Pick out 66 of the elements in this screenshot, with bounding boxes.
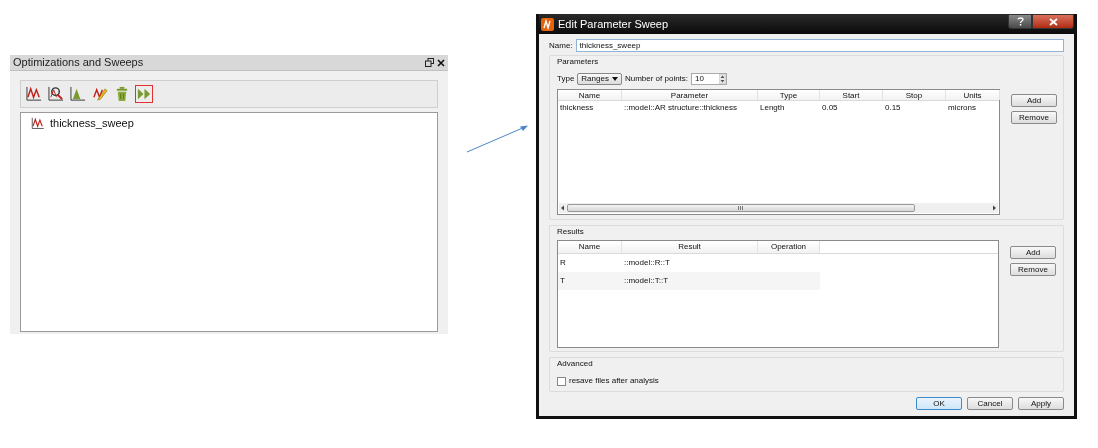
name-label: Name: <box>549 39 573 52</box>
close-icon[interactable] <box>437 58 445 67</box>
table-cell-text: ::model::AR structure::thickness <box>623 101 738 114</box>
checkbox-label: resave files after analysis <box>569 375 659 387</box>
name-field[interactable]: thickness_sweep <box>575 39 1064 52</box>
column-header[interactable]: Name <box>558 90 622 100</box>
checkbox[interactable] <box>557 376 566 386</box>
group-title: Advanced <box>557 358 594 370</box>
group-title: Parameters <box>557 56 600 68</box>
help-button[interactable] <box>1008 14 1032 29</box>
toolbar-button[interactable] <box>135 85 153 103</box>
button[interactable]: Add <box>1011 94 1057 107</box>
trash-icon <box>114 86 130 102</box>
column-header[interactable]: Units <box>946 90 1000 100</box>
type-dropdown[interactable]: Ranges <box>577 73 622 85</box>
toolbar-button[interactable] <box>47 85 65 103</box>
table-cell-text: Length <box>759 101 786 114</box>
scroll-left-icon[interactable] <box>559 204 567 212</box>
toolbar-button[interactable] <box>91 85 109 103</box>
column-header[interactable]: Stop <box>883 90 946 100</box>
spin-arrows-icon <box>719 74 727 84</box>
type-label: Type <box>557 73 575 85</box>
column-header[interactable]: Type <box>758 90 820 100</box>
help-icon <box>1016 17 1024 26</box>
line-chart-icon <box>31 116 45 130</box>
close-button[interactable] <box>1032 14 1074 29</box>
table-cell-text: 0.05 <box>821 101 839 114</box>
close-icon <box>1048 17 1058 26</box>
points-spinbox[interactable]: 10 <box>691 73 728 85</box>
column-header[interactable]: Name <box>558 241 622 253</box>
horizontal-scrollbar[interactable] <box>559 203 998 213</box>
table-cell: T <box>558 272 622 290</box>
table-cell-text: 0.15 <box>884 101 902 114</box>
button[interactable]: Add <box>1010 246 1056 259</box>
column-header[interactable]: Result <box>622 241 758 253</box>
caret-icon <box>611 77 618 81</box>
button[interactable]: Remove <box>1011 111 1057 124</box>
toolbar-button[interactable] <box>25 85 43 103</box>
float-icon[interactable] <box>425 58 434 67</box>
table-cell-text: R <box>559 257 567 269</box>
points-label: Number of points: <box>624 73 689 85</box>
table-cell-text: ::model::R::T <box>623 257 671 269</box>
panel-title: Optimizations and Sweeps <box>13 55 144 71</box>
group-title: Results <box>557 226 585 238</box>
table-cell-text: thickness <box>559 101 595 114</box>
cancel-button[interactable]: Cancel <box>967 397 1013 410</box>
column-header[interactable]: Operation <box>758 241 820 253</box>
dialog-title: Edit Parameter Sweep <box>558 16 669 32</box>
toolbar-button[interactable] <box>69 85 87 103</box>
bar-chart-icon <box>70 86 86 102</box>
column-header[interactable]: Parameter <box>622 90 758 100</box>
scroll-right-icon[interactable] <box>990 204 998 212</box>
table-cell-text: microns <box>947 101 977 114</box>
button[interactable]: Remove <box>1010 263 1056 276</box>
fast-forward-icon <box>136 86 152 102</box>
grip-icon <box>738 206 744 210</box>
pencil-chart-icon <box>92 86 108 102</box>
magnifier-chart-icon <box>48 86 64 102</box>
line-chart-icon <box>26 86 42 102</box>
apply-button[interactable]: Apply <box>1018 397 1064 410</box>
list-item[interactable]: thickness_sweep <box>31 115 435 132</box>
table-cell: ::model::T::T <box>622 272 758 290</box>
scroll-thumb[interactable] <box>567 204 915 212</box>
ok-button[interactable]: OK <box>916 397 962 410</box>
column-header[interactable]: Start <box>820 90 883 100</box>
app-logo-icon <box>541 17 554 31</box>
